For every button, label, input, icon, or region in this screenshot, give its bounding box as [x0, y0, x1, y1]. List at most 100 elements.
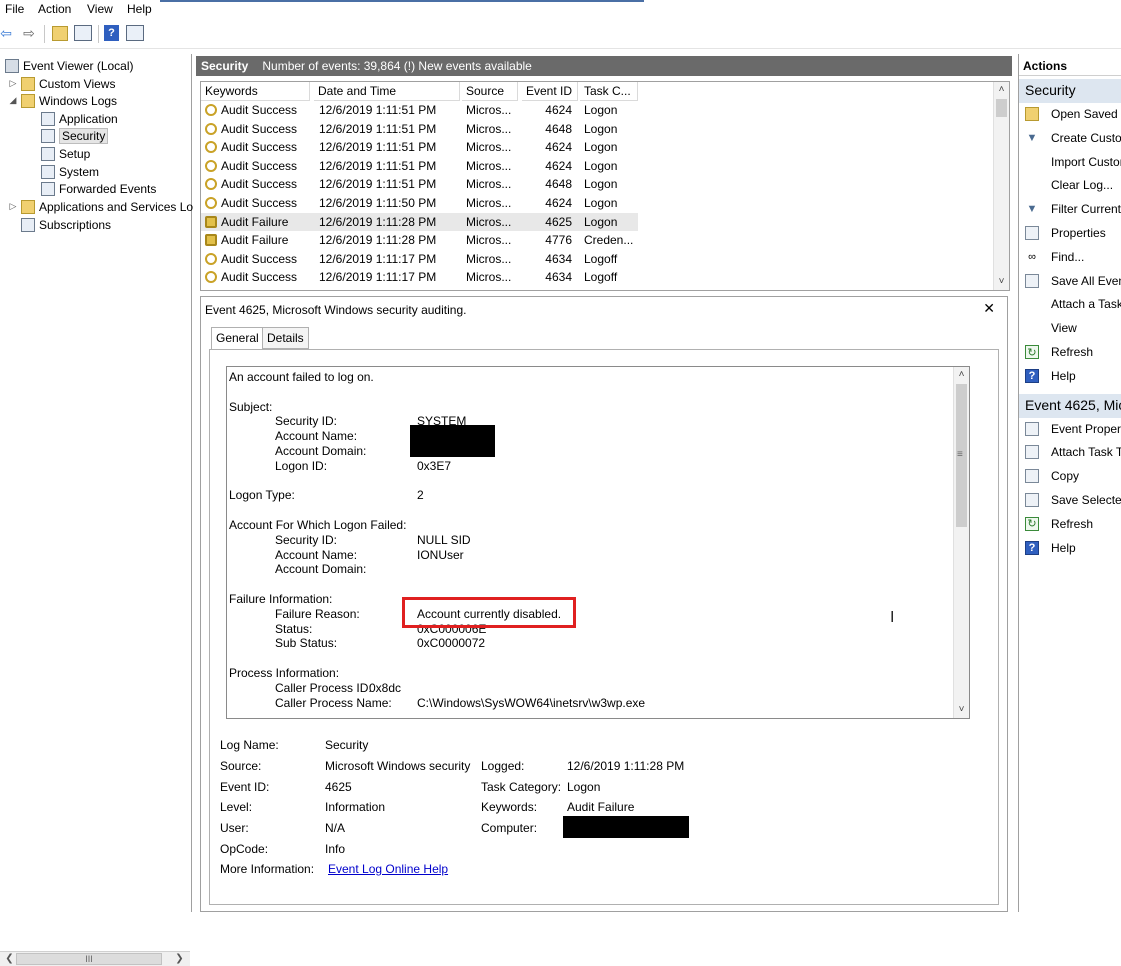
actions-section-header[interactable]: Security	[1019, 79, 1121, 103]
scroll-up-icon[interactable]: ˄	[994, 82, 1009, 98]
action-refresh[interactable]: ↻ Refresh	[1019, 513, 1121, 535]
close-icon[interactable]: ✕	[983, 300, 995, 317]
prop-value-user: N/A	[325, 821, 346, 835]
action-create-custom[interactable]: ▼ Create Custom	[1019, 127, 1121, 149]
tree-horizontal-scrollbar[interactable]: ❮ III ❯	[0, 951, 190, 966]
action-properties[interactable]: Properties	[1019, 222, 1121, 244]
table-row[interactable]: Audit Success 12/6/2019 1:11:51 PM Micros.…	[201, 101, 638, 120]
menu-help[interactable]: Help	[127, 2, 152, 16]
refresh-icon: ↻	[1025, 516, 1039, 531]
event-message-box[interactable]: An account failed to log on. Subject: Secu…	[226, 366, 970, 719]
action-attach-a-task[interactable]: Attach a Task	[1019, 293, 1121, 315]
message-label: Account Domain:	[275, 562, 367, 577]
action-find[interactable]: ∞ Find...	[1019, 246, 1121, 268]
action-import-custom[interactable]: Import Custom	[1019, 151, 1121, 173]
table-row[interactable]: Audit Success 12/6/2019 1:11:17 PM Micros.…	[201, 250, 638, 269]
action-save-all-event[interactable]: Save All Event	[1019, 270, 1121, 292]
scroll-thumb[interactable]	[996, 99, 1007, 117]
prop-value-logged: 12/6/2019 1:11:28 PM	[567, 759, 685, 773]
column-header-event-id[interactable]: Event ID	[522, 82, 578, 101]
expander-icon[interactable]: ▷	[8, 78, 18, 89]
table-row[interactable]: Audit Success 12/6/2019 1:11:17 PM Micros.…	[201, 268, 638, 287]
scroll-up-icon[interactable]: ˄	[954, 367, 969, 383]
message-label: Status:	[275, 621, 313, 636]
action-event-properti[interactable]: Event Properti	[1019, 418, 1121, 440]
message-label: Logon ID:	[275, 458, 328, 473]
keyword-text: Audit Failure	[221, 233, 289, 248]
table-row[interactable]: Audit Success 12/6/2019 1:11:51 PM Micros.…	[201, 175, 638, 194]
action-label: Copy	[1051, 469, 1080, 484]
table-row[interactable]: Audit Success 12/6/2019 1:11:51 PM Micros.…	[201, 138, 638, 157]
action-label: Refresh	[1051, 345, 1094, 359]
tab-details[interactable]: Details	[262, 327, 309, 349]
action-refresh[interactable]: ↻ Refresh	[1019, 341, 1121, 363]
events-vertical-scrollbar[interactable]: ˄ ˅	[993, 82, 1009, 290]
message-vertical-scrollbar[interactable]: ˄ ≡ ˅	[953, 367, 969, 718]
scroll-thumb[interactable]: III	[16, 953, 162, 965]
actions-section-header[interactable]: Event 4625, Mic	[1019, 393, 1121, 418]
forward-arrow-icon[interactable]: ⇨	[20, 24, 38, 42]
cell-event-id: 4624	[545, 158, 572, 173]
expander-icon[interactable]: ◢	[8, 95, 18, 106]
menu-view[interactable]: View	[87, 2, 113, 16]
scroll-left-icon[interactable]: ❮	[2, 952, 17, 966]
copy-icon	[1025, 469, 1039, 484]
action-open-saved-lo[interactable]: Open Saved Lo	[1019, 103, 1121, 125]
save-icon	[1025, 493, 1039, 507]
keyword-text: Audit Success	[221, 251, 298, 266]
prop-value-source: Microsoft Windows security	[325, 759, 471, 773]
table-row[interactable]: Audit Success 12/6/2019 1:11:51 PM Micros.…	[201, 120, 638, 139]
tree-item-event-viewer-local[interactable]: Event Viewer (Local)	[5, 57, 134, 74]
action-filter-current-l[interactable]: ▼ Filter Current L	[1019, 198, 1121, 220]
tree-item-custom-views[interactable]: ▷ Custom Views	[8, 75, 115, 92]
show-hide-action-pane-icon[interactable]	[126, 25, 144, 41]
column-header-keywords[interactable]: Keywords	[201, 82, 310, 101]
scroll-down-icon[interactable]: ˅	[954, 702, 969, 718]
column-header-date-time[interactable]: Date and Time	[314, 82, 460, 101]
event-count-info: Number of events: 39,864 (!) New events …	[262, 59, 532, 73]
action-clear-log[interactable]: Clear Log...	[1019, 174, 1121, 196]
menu-file[interactable]: File	[5, 2, 24, 16]
action-help[interactable]: ? Help	[1019, 537, 1121, 559]
event-log-online-help-link[interactable]: Event Log Online Help	[328, 862, 448, 876]
column-header-source[interactable]: Source	[462, 82, 518, 101]
key-icon	[205, 122, 217, 135]
table-row[interactable]: Audit Success 12/6/2019 1:11:50 PM Micros.…	[201, 194, 638, 213]
cell-event-id: 4634	[545, 251, 572, 266]
menu-action[interactable]: Action	[38, 2, 71, 16]
tree-item-security[interactable]: Security	[41, 127, 109, 144]
tree-item-applications-and-services-lo[interactable]: ▷ Applications and Services Lo	[8, 198, 193, 215]
prop-label-log-name: Log Name:	[220, 738, 279, 752]
keyword-text: Audit Failure	[221, 214, 289, 229]
tree-item-setup[interactable]: Setup	[41, 145, 90, 162]
action-help[interactable]: ? Help	[1019, 365, 1121, 387]
back-arrow-icon[interactable]: ⇦	[0, 24, 15, 42]
action-attach-task-to[interactable]: Attach Task To	[1019, 441, 1121, 463]
up-folder-icon[interactable]	[52, 26, 68, 41]
tree-item-system[interactable]: System	[41, 163, 99, 180]
message-label: Security ID:	[275, 532, 338, 547]
scroll-right-icon[interactable]: ❯	[172, 952, 187, 966]
toolbar-separator	[98, 25, 99, 43]
action-save-selected[interactable]: Save Selected	[1019, 489, 1121, 511]
action-copy[interactable]: Copy	[1019, 465, 1121, 487]
cell-task: Logon	[584, 158, 618, 173]
expander-icon[interactable]: ▷	[8, 201, 18, 212]
tree-item-label: Event Viewer (Local)	[23, 58, 134, 73]
tab-general[interactable]: General	[211, 327, 264, 350]
column-header-task-category[interactable]: Task C...	[580, 82, 638, 101]
tree-item-application[interactable]: Application	[41, 110, 118, 127]
table-row[interactable]: Audit Failure 12/6/2019 1:11:28 PM Micros.…	[201, 231, 638, 250]
help-icon[interactable]: ?	[104, 25, 119, 41]
table-row[interactable]: Audit Failure 12/6/2019 1:11:28 PM Micros.…	[201, 212, 638, 232]
action-label: Help	[1051, 368, 1076, 383]
tree-item-subscriptions[interactable]: Subscriptions	[8, 216, 111, 233]
table-row[interactable]: Audit Success 12/6/2019 1:11:51 PM Micros.…	[201, 157, 638, 176]
prop-value-keywords: Audit Failure	[567, 800, 635, 814]
tree-item-forwarded-events[interactable]: Forwarded Events	[41, 180, 156, 197]
show-hide-tree-icon[interactable]	[74, 25, 92, 41]
tree-item-windows-logs[interactable]: ◢ Windows Logs	[8, 92, 117, 109]
action-view[interactable]: View	[1019, 317, 1121, 339]
keyword-text: Audit Success	[221, 196, 298, 210]
scroll-down-icon[interactable]: ˅	[994, 274, 1009, 290]
